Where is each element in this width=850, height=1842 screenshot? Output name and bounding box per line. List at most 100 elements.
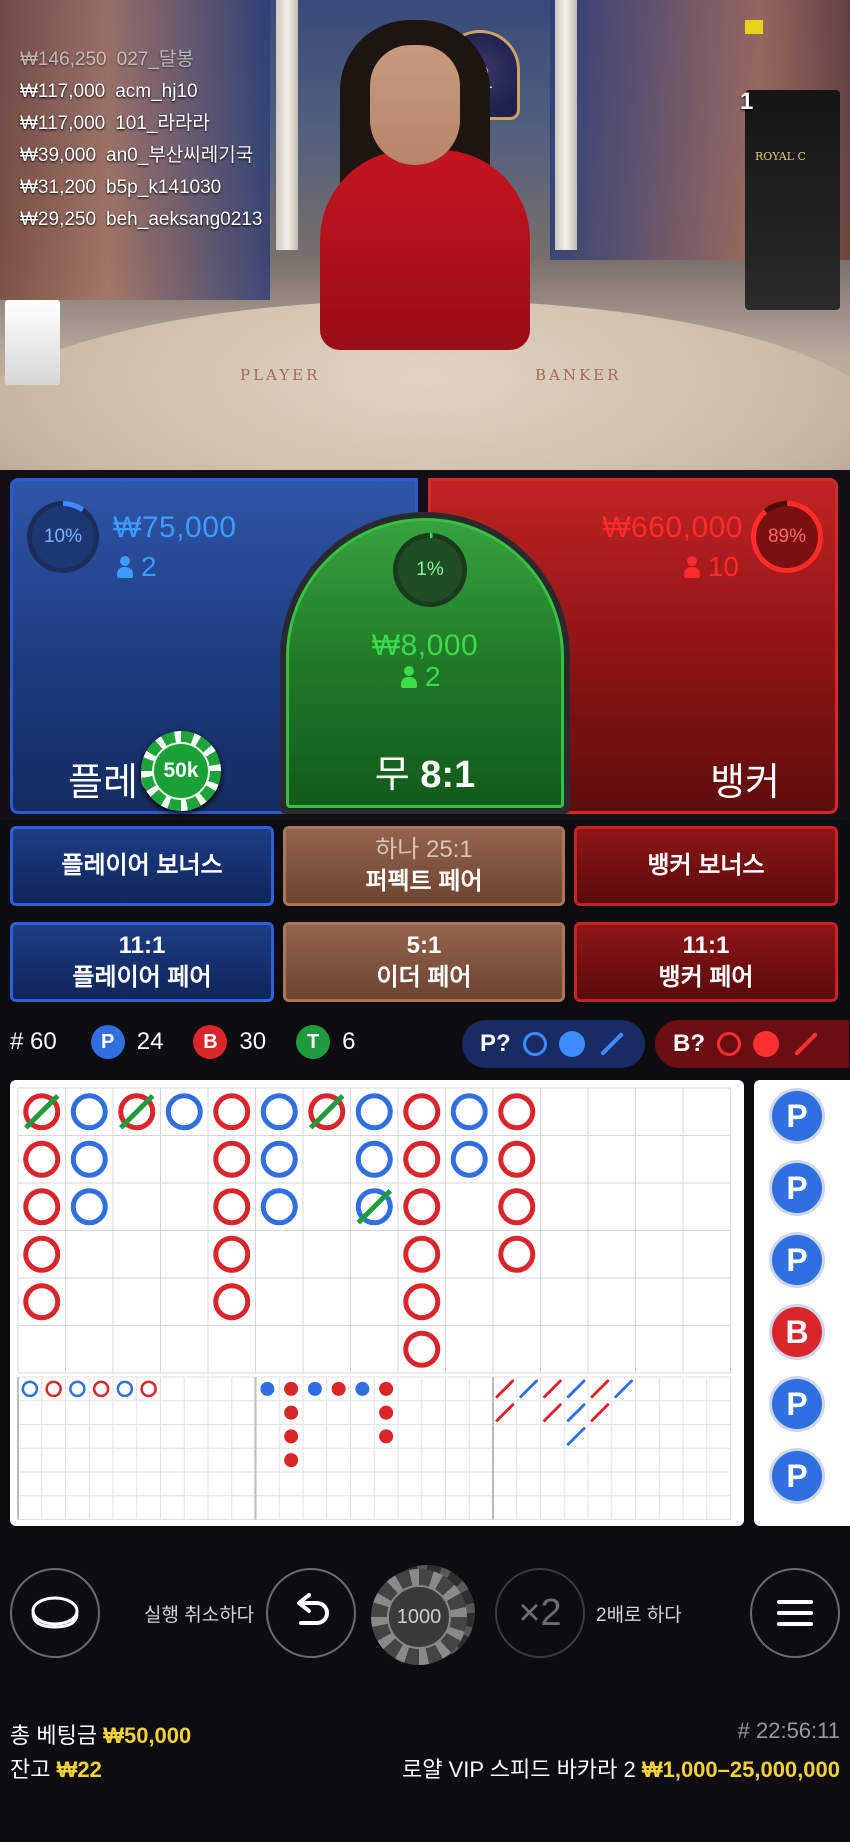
player-mark <box>260 1140 298 1178</box>
small-road-mark <box>140 1380 157 1398</box>
tie-count: 2 <box>401 661 441 693</box>
cockroach-mark <box>543 1403 562 1422</box>
player-mark <box>355 1093 393 1131</box>
player-percent-ring: 10% <box>27 501 99 573</box>
dealer-face <box>370 45 460 165</box>
banker-amount: ₩660,000 <box>602 511 743 544</box>
bead-player: P <box>769 1448 825 1504</box>
chip-selector[interactable]: 1000 <box>365 1565 475 1665</box>
player-predict-button[interactable]: P? <box>462 1020 645 1068</box>
round-time: # 22:56:11 <box>737 1718 840 1743</box>
banker-mark <box>498 1093 536 1131</box>
bead-player: P <box>769 1232 825 1288</box>
player-mark <box>450 1140 488 1178</box>
cockroach-mark <box>495 1379 515 1399</box>
balance: 잔고 ₩22 <box>10 1757 102 1782</box>
tie-wins: 6 <box>342 1028 356 1055</box>
small-road-dot <box>284 1453 299 1468</box>
scoreboard-roadmap[interactable] <box>10 1080 744 1526</box>
small-road-dot <box>260 1381 275 1396</box>
winner-row: ₩117,000 101_라라라 <box>20 113 210 134</box>
small-road-dot <box>331 1381 346 1396</box>
predict-circle-icon <box>717 1032 741 1056</box>
player-mark <box>260 1093 298 1131</box>
roadmap-grid <box>17 1087 731 1520</box>
lobby-button[interactable] <box>10 1568 100 1658</box>
table-icon <box>31 1596 79 1629</box>
player-badge: P <box>90 1025 125 1059</box>
placed-chip[interactable]: 50k <box>141 731 221 811</box>
perfect-pair-button[interactable]: 하나 25:1 퍼펙트 페어 <box>283 826 565 906</box>
banker-bonus-button[interactable]: 뱅커 보너스 <box>574 826 838 906</box>
banker-mark <box>403 1330 441 1368</box>
bead-player: P <box>769 1160 825 1216</box>
player-mark <box>355 1140 393 1178</box>
small-road-mark <box>92 1380 110 1398</box>
table-banker-text: BANKER <box>535 366 622 384</box>
double-button[interactable]: ×2 <box>495 1568 585 1658</box>
player-pair-button[interactable]: 11:1 플레이어 페어 <box>10 922 274 1002</box>
banker-mark <box>23 1235 61 1273</box>
viewer-count: 1 <box>740 88 754 115</box>
winner-row: ₩31,200 b5p_k141030 <box>20 177 222 198</box>
small-road-mark <box>69 1380 86 1398</box>
banker-predict-button[interactable]: B? <box>655 1020 849 1068</box>
undo-button[interactable] <box>266 1568 356 1658</box>
table-player-text: PLAYER <box>240 366 321 384</box>
betting-panel: 10% ₩75,000 2 플레이어 50k ₩660,000 10 89% 뱅… <box>0 470 850 820</box>
player-mark <box>70 1093 108 1131</box>
player-mark <box>450 1093 488 1131</box>
predict-dot-icon <box>558 1031 585 1057</box>
player-bonus-button[interactable]: 플레이어 보너스 <box>10 826 274 906</box>
player-mark <box>260 1188 298 1226</box>
player-mark <box>70 1188 108 1226</box>
footer-bar: 총 베팅금 ₩50,000 잔고 ₩22 # 22:56:11 로얄 VIP 스… <box>0 1712 850 1802</box>
small-road-dot <box>379 1381 394 1396</box>
banker-count: 10 <box>683 551 739 583</box>
cockroach-mark <box>519 1379 538 1399</box>
tie-percent-ring: 1% <box>393 533 467 607</box>
tie-amount: ₩8,000 <box>371 629 479 662</box>
tie-badge: T <box>296 1025 331 1059</box>
undo-icon <box>297 1593 329 1625</box>
pillar <box>555 0 577 250</box>
card-stack <box>5 300 60 385</box>
table-info: 로얄 VIP 스피드 바카라 2 ₩1,000–25,000,000 <box>402 1757 840 1782</box>
flag-icon <box>745 20 763 34</box>
double-label: 2배로 하다 <box>596 1605 682 1626</box>
banker-mark <box>498 1188 536 1226</box>
person-icon <box>683 556 700 578</box>
small-road-dot <box>284 1381 299 1396</box>
winner-row: ₩146,250 027_달봉 <box>20 49 194 70</box>
winner-row: ₩117,000 acm_hj10 <box>20 81 198 102</box>
live-video: R PLAYER BANKER ROYAL C ₩146,250027_달봉 ₩… <box>0 0 850 470</box>
banker-mark <box>403 1235 441 1273</box>
cockroach-mark <box>495 1403 515 1422</box>
card-shoe: ROYAL C <box>745 90 840 310</box>
banker-mark <box>213 1140 251 1178</box>
winner-row: ₩29,250 beh_aeksang0213 <box>20 209 263 230</box>
total-bet: 총 베팅금 ₩50,000 <box>10 1723 192 1748</box>
cockroach-mark <box>614 1379 633 1399</box>
winners-feed: ₩146,250 027_달봉 ₩117,000 acm_hj10 ₩117,000… <box>20 44 262 236</box>
dealer-body <box>320 150 530 350</box>
player-count: 2 <box>117 551 157 583</box>
small-road-dot <box>307 1381 322 1396</box>
small-road-dot <box>284 1429 299 1444</box>
either-pair-button[interactable]: 5:1 이더 페어 <box>283 922 565 1002</box>
banker-mark <box>23 1283 61 1321</box>
player-percent: 10% <box>32 506 94 568</box>
person-icon <box>401 666 417 688</box>
banker-mark <box>498 1140 536 1178</box>
predict-dot-icon <box>753 1031 779 1057</box>
winner-row: ₩39,000 an0_부산씨레기국 <box>20 145 254 166</box>
bead-column: PPPBPP <box>754 1080 850 1526</box>
banker-pair-button[interactable]: 11:1 뱅커 페어 <box>574 922 838 1002</box>
person-icon <box>117 556 133 578</box>
tie-percent: 1% <box>398 538 462 602</box>
banker-label: 뱅커 <box>710 762 780 804</box>
bet-spot-tie[interactable]: 1% ₩8,000 2 무 8:1 <box>280 512 570 814</box>
menu-button[interactable] <box>750 1568 840 1658</box>
banker-mark <box>213 1283 251 1321</box>
banker-mark <box>403 1283 441 1321</box>
